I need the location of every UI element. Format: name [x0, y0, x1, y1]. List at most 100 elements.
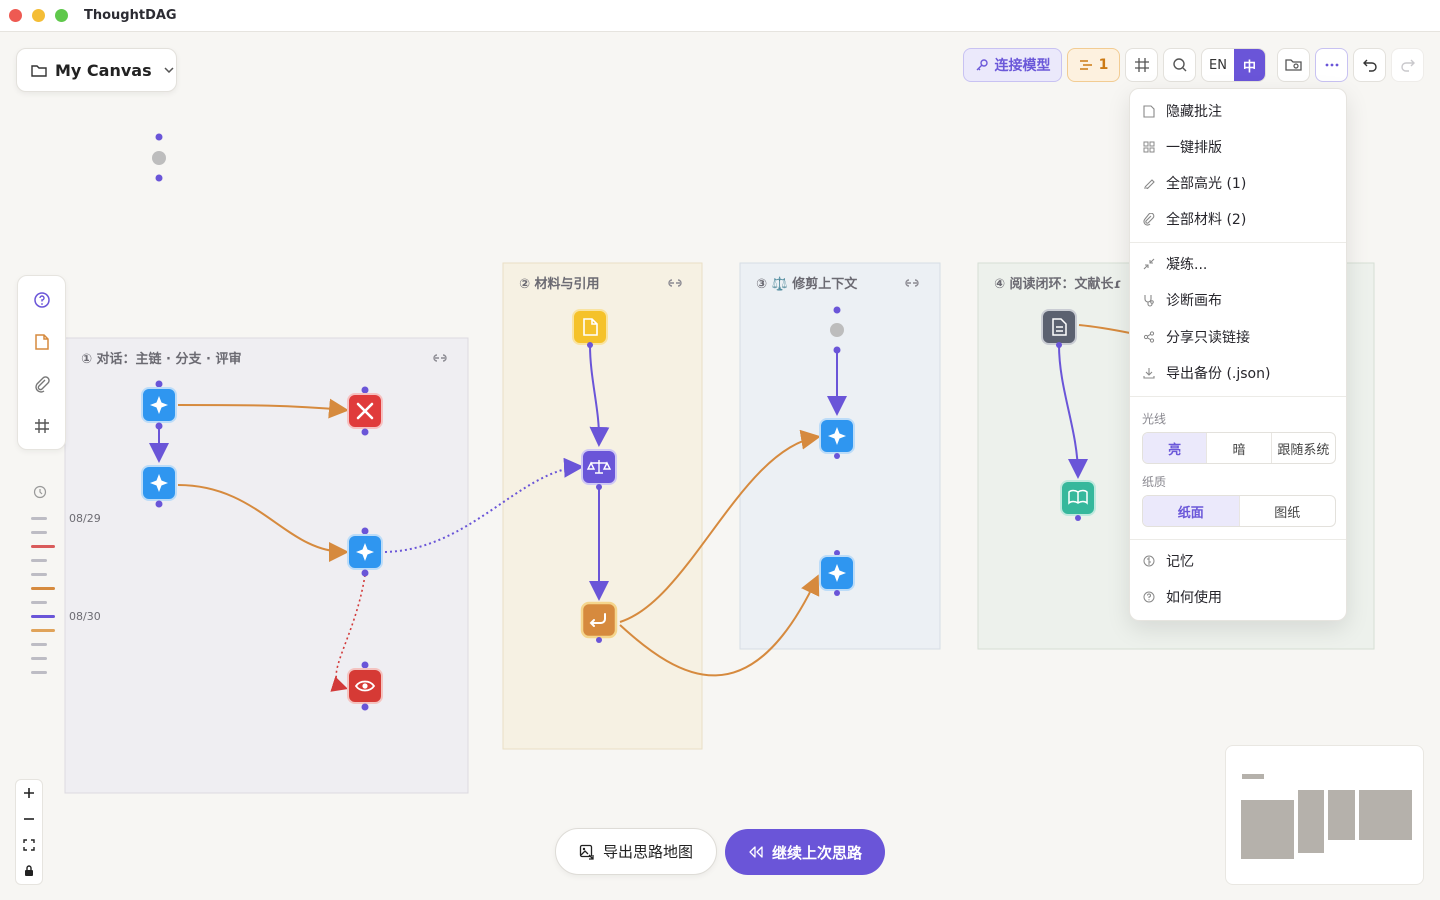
- highlighter-icon: [1142, 176, 1156, 190]
- left-toolbar: [17, 275, 66, 450]
- lang-en-button[interactable]: EN: [1202, 49, 1234, 81]
- menu-memory[interactable]: 记忆: [1130, 546, 1346, 576]
- history-icon[interactable]: [33, 485, 47, 499]
- node-ai-1[interactable]: [141, 380, 177, 430]
- plus-icon: [24, 788, 34, 798]
- fit-view-button[interactable]: [16, 832, 42, 858]
- frame-tool-button[interactable]: [30, 414, 54, 438]
- chat-question-icon: [34, 292, 50, 308]
- zoom-out-button[interactable]: [16, 806, 42, 832]
- menu-condense[interactable]: 凝练...: [1130, 249, 1346, 279]
- panel-materials-title: ② 材料与引用: [519, 276, 600, 292]
- memory-icon: [1142, 554, 1156, 568]
- theme-section-label: 光线: [1142, 412, 1167, 426]
- menu-item-label: 导出备份 (.json): [1166, 366, 1271, 382]
- paper-option-grid[interactable]: 图纸: [1240, 496, 1336, 526]
- menu-all-highlights[interactable]: 全部高光 (1): [1130, 168, 1346, 198]
- hash-grid-icon: [1134, 58, 1149, 72]
- node-document[interactable]: [1041, 309, 1077, 348]
- timeline-entry[interactable]: [31, 559, 47, 562]
- canvas-name: My Canvas: [55, 60, 152, 80]
- node-ai-prune-1[interactable]: [819, 418, 855, 459]
- language-switch: EN 中: [1201, 48, 1266, 82]
- theme-segmented-control: 亮 暗 跟随系统: [1142, 432, 1336, 464]
- open-folder-button[interactable]: [1277, 48, 1310, 82]
- lock-button[interactable]: [16, 858, 42, 884]
- menu-hide-annotations[interactable]: 隐藏批注: [1130, 96, 1346, 126]
- menu-export-backup[interactable]: 导出备份 (.json): [1130, 358, 1346, 388]
- zoom-controls: [15, 779, 43, 885]
- redo-button[interactable]: [1391, 48, 1424, 82]
- timeline-entry[interactable]: [31, 573, 47, 576]
- panel-dialogue-title: ① 对话：主链 · 分支 · 评审: [81, 351, 242, 367]
- timeline-date: 08/30: [69, 610, 101, 623]
- timeline-entry[interactable]: [31, 615, 55, 618]
- note-icon: [35, 334, 49, 350]
- layout-grid-icon: [1142, 140, 1156, 154]
- image-export-icon: [579, 844, 594, 860]
- timeline-date: 08/29: [69, 512, 101, 525]
- menu-divider: [1130, 539, 1346, 540]
- paper-option-plain[interactable]: 纸面: [1143, 496, 1240, 526]
- note-icon: [1142, 104, 1156, 118]
- continue-last-label: 继续上次思路: [771, 843, 862, 862]
- compress-icon: [1142, 257, 1156, 271]
- share-icon: [1142, 330, 1156, 344]
- menu-all-materials[interactable]: 全部材料 (2): [1130, 204, 1346, 234]
- node-ai-prune-2[interactable]: [819, 550, 855, 596]
- note-tool-button[interactable]: [30, 330, 54, 354]
- connect-model-button[interactable]: 连接模型: [963, 48, 1062, 82]
- theme-option-dark[interactable]: 暗: [1207, 433, 1272, 463]
- node-weigh[interactable]: [581, 449, 617, 490]
- grid-toggle-button[interactable]: [1125, 48, 1158, 82]
- theme-option-system[interactable]: 跟随系统: [1272, 433, 1335, 463]
- menu-item-label: 如何使用: [1166, 590, 1222, 606]
- minimap-graphic: [1241, 774, 1412, 859]
- rewind-icon: [749, 846, 763, 858]
- chat-tool-button[interactable]: [30, 288, 54, 312]
- pending-queue-button[interactable]: 1: [1067, 48, 1120, 82]
- timeline-entry[interactable]: [31, 629, 55, 632]
- node-review[interactable]: [347, 661, 383, 711]
- timeline-entry[interactable]: [31, 531, 47, 534]
- menu-item-label: 全部高光 (1): [1166, 176, 1247, 192]
- node-return[interactable]: [580, 601, 618, 643]
- node-rejected[interactable]: [347, 386, 383, 436]
- timeline-entry[interactable]: [31, 545, 55, 548]
- menu-divider: [1130, 242, 1346, 243]
- timeline-entry[interactable]: [31, 671, 47, 674]
- more-menu-button[interactable]: [1315, 48, 1348, 82]
- minus-icon: [24, 818, 34, 820]
- node-ai-branch[interactable]: [347, 527, 383, 577]
- undo-button[interactable]: [1353, 48, 1386, 82]
- menu-item-label: 凝练...: [1166, 257, 1208, 273]
- chevron-down-icon: [164, 67, 174, 73]
- stethoscope-icon: [1142, 293, 1156, 307]
- orphan-node[interactable]: [152, 133, 166, 182]
- timeline-entry[interactable]: [31, 587, 55, 590]
- menu-auto-layout[interactable]: 一键排版: [1130, 132, 1346, 162]
- timeline-entry[interactable]: [31, 657, 47, 660]
- fit-screen-icon: [23, 839, 35, 851]
- menu-how-to-use[interactable]: 如何使用: [1130, 582, 1346, 612]
- more-menu: 隐藏批注 一键排版 全部高光 (1) 全部材料 (2) 凝练... 诊断画布 分…: [1129, 88, 1347, 621]
- export-map-button[interactable]: 导出思路地图: [555, 828, 717, 875]
- continue-last-button[interactable]: 继续上次思路: [725, 829, 885, 875]
- lang-zh-button[interactable]: 中: [1233, 49, 1265, 81]
- menu-share-readonly[interactable]: 分享只读链接: [1130, 322, 1346, 352]
- more-dots-icon: [1325, 63, 1338, 67]
- minimap[interactable]: [1225, 745, 1424, 885]
- menu-diagnose-canvas[interactable]: 诊断画布: [1130, 285, 1346, 315]
- zoom-in-button[interactable]: [16, 780, 42, 806]
- connect-model-label: 连接模型: [994, 58, 1051, 74]
- theme-option-light[interactable]: 亮: [1143, 433, 1208, 463]
- timeline-entry[interactable]: [31, 517, 47, 520]
- menu-item-label: 分享只读链接: [1166, 330, 1250, 346]
- search-button[interactable]: [1163, 48, 1196, 82]
- timeline-entry[interactable]: [31, 643, 47, 646]
- node-material[interactable]: [572, 309, 608, 348]
- canvas-picker[interactable]: My Canvas: [16, 48, 177, 92]
- timeline-entry[interactable]: [31, 601, 47, 604]
- attach-tool-button[interactable]: [30, 372, 54, 396]
- node-read[interactable]: [1060, 480, 1096, 521]
